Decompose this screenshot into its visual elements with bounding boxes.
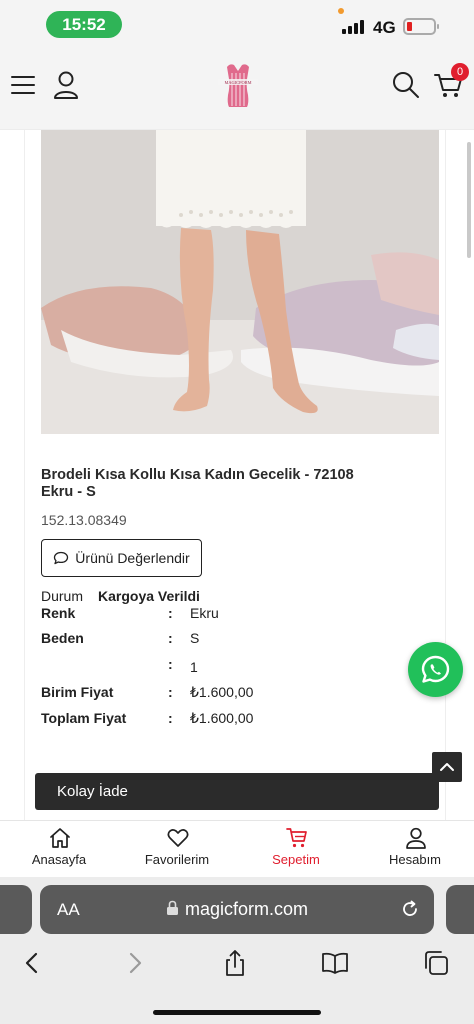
detail-value-beden: S [190,630,200,646]
status-value: Kargoya Verildi [98,588,200,604]
user-icon [406,827,426,849]
detail-label-renk: Renk [41,605,76,621]
status-bar: 15:52 4G [0,0,474,50]
home-icon [50,828,70,848]
status-time: 15:52 [46,11,122,38]
page-scrollbar[interactable] [467,142,471,258]
nav-item-cart[interactable]: Sepetim [237,821,355,878]
nav-item-account[interactable]: Hesabım [356,821,474,878]
nav-label-favorites: Favorilerim [144,852,210,867]
magicform-logo[interactable]: MAGICFORM [217,59,259,109]
tabs-icon[interactable] [422,949,450,977]
url-text[interactable]: magicform.com [40,899,434,920]
reload-icon[interactable] [400,899,420,919]
detail-value-quantity: 1 [190,659,198,675]
detail-value-renk: Ekru [190,605,219,621]
previous-tab-preview[interactable] [0,885,32,934]
network-type: 4G [373,18,396,37]
easy-return-bar[interactable]: Kolay İade [35,773,439,810]
detail-value-unit-price: ₺1.600,00 [190,684,254,700]
next-tab-preview[interactable] [446,885,474,934]
address-bar[interactable]: AA magicform.com [40,885,434,934]
whatsapp-button[interactable] [408,642,463,697]
detail-label-beden: Beden [41,630,84,646]
detail-label-total-price: Toplam Fiyat [41,710,127,726]
camera-indicator-icon [338,8,344,14]
back-icon[interactable] [18,949,46,977]
heart-icon [167,829,189,847]
nav-label-home: Anasayfa [31,852,87,867]
svg-text:MAGICFORM: MAGICFORM [224,80,251,85]
menu-icon[interactable] [11,76,35,94]
detail-label-unit-price: Birim Fiyat [41,684,114,700]
battery-icon [403,18,439,35]
order-detail-content: Brodeli Kısa Kollu Kısa Kadın Gecelik - … [0,130,474,820]
cart-icon [286,828,307,848]
user-icon[interactable] [53,71,79,99]
product-title[interactable]: Brodeli Kısa Kollu Kısa Kadın Gecelik - … [41,467,371,501]
product-image[interactable] [41,130,439,434]
nav-item-home[interactable]: Anasayfa [0,821,118,878]
status-label: Durum [41,588,84,604]
detail-separator: : [168,605,173,621]
review-button-label: Ürünü Değerlendir [75,550,190,566]
forward-icon[interactable] [121,949,149,977]
product-code: 152.13.08349 [41,512,127,528]
site-header: MAGICFORM 0 [0,50,474,130]
whatsapp-icon [421,655,450,683]
nav-label-cart: Sepetim [272,852,320,867]
bookmarks-icon[interactable] [321,949,349,977]
browser-toolbar: AA magicform.com [0,877,474,1024]
detail-separator: : [168,656,173,672]
detail-separator: : [168,630,173,646]
detail-value-total-price: ₺1.600,00 [190,710,254,726]
signal-icon [342,20,364,34]
home-indicator[interactable] [153,1010,321,1015]
nav-item-favorites[interactable]: Favorilerim [118,821,236,878]
nav-label-account: Hesabım [388,852,442,867]
search-icon[interactable] [392,71,420,99]
comment-icon [54,551,69,565]
cart-count-badge: 0 [451,63,469,81]
url-value: magicform.com [184,899,309,919]
detail-separator: : [168,684,173,700]
scroll-to-top-button[interactable] [432,752,462,782]
share-icon[interactable] [221,949,249,977]
detail-separator: : [168,710,173,726]
review-product-button[interactable]: Ürünü Değerlendir [41,539,202,577]
bottom-navigation: Anasayfa Favorilerim Sepetim Hesabım [0,820,474,877]
chevron-up-icon [440,763,454,771]
lock-icon [166,900,178,915]
